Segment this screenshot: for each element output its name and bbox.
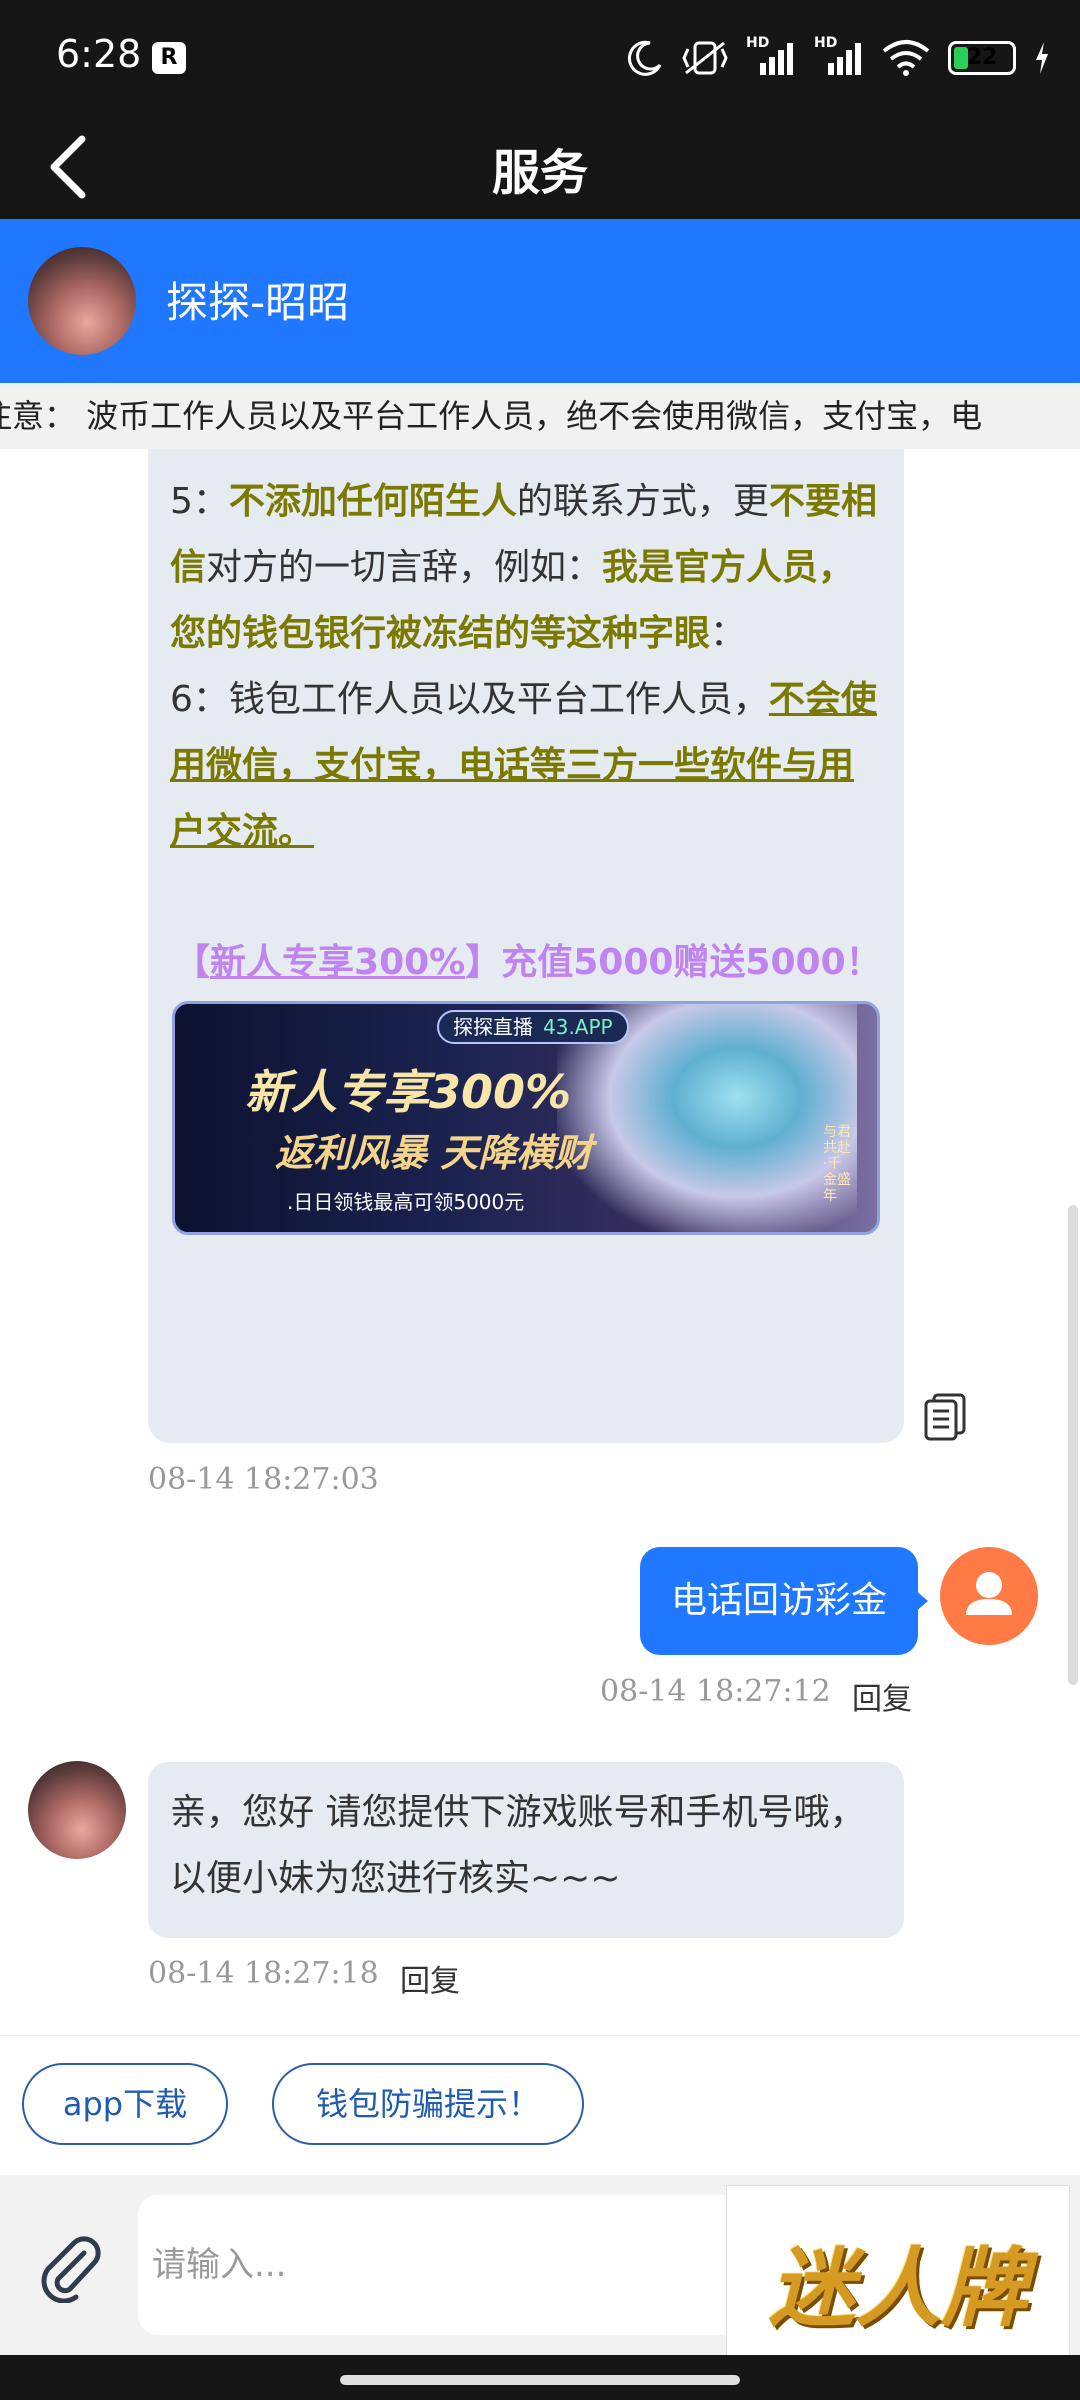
banner-tag-label: 探探直播 xyxy=(453,1015,533,1039)
banner-subline: 返利风暴 天降横财 xyxy=(275,1131,593,1175)
wifi-icon xyxy=(882,40,930,76)
moon-icon xyxy=(627,40,662,76)
app-download-button[interactable]: app下载 xyxy=(22,2063,228,2145)
agent-message-long: 5：不添加任何陌生人的联系方式，更不要相信对方的一切言辞，例如：我是官方人员，您… xyxy=(148,449,904,1443)
agent-name: 探探-昭昭 xyxy=(166,278,350,327)
wallet-anti-fraud-button[interactable]: 钱包防骗提示！ xyxy=(272,2063,584,2145)
promo-line: 【新人专享300%】充值5000赠送5000！ xyxy=(174,933,882,985)
user-avatar[interactable] xyxy=(940,1547,1038,1645)
agent-message: 亲，您好 请您提供下游戏账号和手机号哦，以便小妹为您进行核实~~~ xyxy=(148,1762,904,1938)
banner-footer: .日日领钱最高可领5000元 xyxy=(287,1190,525,1214)
status-icons: HD HD 22 xyxy=(626,30,1050,86)
promo-bracket: 【 xyxy=(174,942,211,983)
message-timestamp: 08-14 18:27:12 xyxy=(600,1674,831,1709)
banner-tag: 探探直播 43.APP xyxy=(437,1010,629,1044)
banner-tag-domain: 43.APP xyxy=(543,1015,613,1039)
person-icon xyxy=(966,1572,1012,1615)
text-span: 的联系方式，更 xyxy=(516,481,769,522)
agent-bar: 探探-昭昭 xyxy=(0,219,1080,383)
paperclip-icon[interactable] xyxy=(34,2231,106,2303)
banner-headline: 新人专享300% xyxy=(245,1065,572,1119)
page-title: 服务 xyxy=(491,145,588,201)
chat-area[interactable]: 5：不添加任何陌生人的联系方式，更不要相信对方的一切言辞，例如：我是官方人员，您… xyxy=(0,449,1080,2035)
reply-link[interactable]: 回复 xyxy=(400,1956,460,2000)
quick-actions-bar: app下载 钱包防骗提示！ xyxy=(0,2035,1080,2175)
message-timestamp: 08-14 18:27:18 xyxy=(148,1956,379,1991)
reply-link[interactable]: 回复 xyxy=(852,1674,912,1718)
agent-avatar[interactable] xyxy=(28,1761,126,1859)
status-bar: 6:28 R HD HD 22 xyxy=(0,0,1080,115)
battery-text: 22 xyxy=(966,45,998,70)
sticker-image[interactable]: 迷人牌 xyxy=(726,2185,1070,2375)
text-span: 5： xyxy=(170,481,229,522)
vibrate-off-icon xyxy=(682,41,728,75)
title-bar: 服务 xyxy=(0,115,1080,219)
highlight-text: 不添加任何陌生人 xyxy=(228,481,517,522)
sticker-text: 迷人牌 xyxy=(769,2237,1027,2339)
promo-text: 】充值5000赠送5000！ xyxy=(465,942,882,983)
text-span: 对方的一切言辞，例如： xyxy=(206,547,603,588)
home-gesture-handle[interactable] xyxy=(340,2375,740,2385)
message-text: 5：不添加任何陌生人的联系方式，更不要相信对方的一切言辞，例如：我是官方人员，您… xyxy=(170,469,882,865)
notice-text: 注意： 波币工作人员以及平台工作人员，绝不会使用微信，支付宝，电 xyxy=(0,397,983,435)
signal-icon-2: HD xyxy=(814,35,864,77)
text-span: ： xyxy=(710,613,747,654)
signal-icon: HD xyxy=(746,35,796,77)
agent-avatar[interactable] xyxy=(28,247,136,355)
copy-icon[interactable] xyxy=(924,1393,966,1441)
message-timestamp: 08-14 18:27:03 xyxy=(148,1462,379,1497)
promo-link[interactable]: 新人专享300% xyxy=(210,942,465,983)
charging-bolt-icon xyxy=(1036,42,1048,74)
system-nav-bar xyxy=(0,2355,1080,2400)
battery-icon: 22 xyxy=(948,41,1016,75)
notice-marquee: 注意： 波币工作人员以及平台工作人员，绝不会使用微信，支付宝，电 xyxy=(0,383,1080,449)
banner-side-text: 与君共赴·千金盛年 xyxy=(823,1124,851,1204)
app-badge-icon: R xyxy=(152,42,186,74)
promo-banner[interactable]: 探探直播 43.APP 新人专享300% 返利风暴 天降横财 .日日领钱最高可领5… xyxy=(172,1001,880,1235)
user-message: 电话回访彩金 xyxy=(640,1547,918,1655)
status-time: 6:28 xyxy=(56,32,142,76)
text-span: 6：钱包工作人员以及平台工作人员， xyxy=(170,679,769,720)
scrollbar-thumb[interactable] xyxy=(1068,1205,1078,1685)
message-text: 亲，您好 请您提供下游戏账号和手机号哦，以便小妹为您进行核实~~~ xyxy=(170,1792,866,1899)
bubble-tail xyxy=(914,1589,928,1613)
